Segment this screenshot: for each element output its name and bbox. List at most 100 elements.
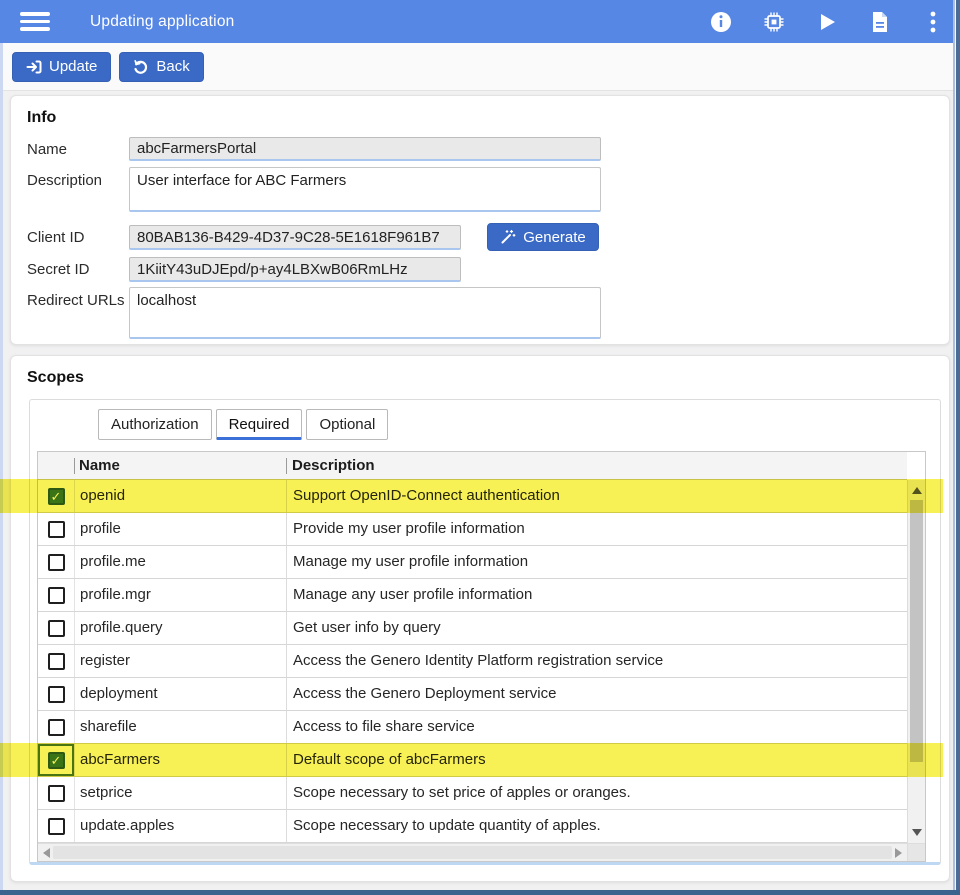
info-icon[interactable] [710, 11, 732, 33]
checkbox-cell[interactable] [38, 777, 74, 809]
scope-checkbox[interactable] [48, 818, 65, 835]
checkbox-cell[interactable] [38, 546, 74, 578]
checkbox-cell[interactable] [38, 678, 74, 710]
scopes-table: Name Description openid Support OpenID-C… [37, 451, 926, 862]
description-label: Description [27, 172, 102, 189]
magic-wand-icon [500, 229, 516, 245]
scroll-down-arrow-icon[interactable] [912, 829, 922, 836]
window-border-left [0, 43, 3, 890]
scope-name: sharefile [74, 711, 286, 743]
checkbox-cell[interactable] [38, 513, 74, 545]
table-row[interactable]: profile.mgr Manage any user profile info… [38, 579, 907, 612]
table-row[interactable]: profile Provide my user profile informat… [38, 513, 907, 546]
scope-description: Access to file share service [286, 711, 907, 743]
table-row[interactable]: profile.me Manage my user profile inform… [38, 546, 907, 579]
scope-description: Access the Genero Deployment service [286, 678, 907, 710]
scope-name: abcFarmers [74, 744, 286, 776]
tab-required[interactable]: Required [216, 409, 303, 440]
name-field[interactable]: abcFarmersPortal [129, 137, 601, 161]
scopes-panel: Scopes AuthorizationRequiredOptional Nam… [10, 355, 950, 882]
client-id-field[interactable]: 80BAB136-B429-4D37-9C28-5E1618F961B7 [129, 225, 461, 250]
page-title: Updating application [90, 13, 234, 31]
scroll-right-arrow-icon[interactable] [895, 848, 902, 858]
table-row[interactable]: profile.query Get user info by query [38, 612, 907, 645]
window-border-bottom [0, 890, 960, 895]
back-button-label: Back [156, 58, 189, 75]
scope-description: Manage any user profile information [286, 579, 907, 611]
menu-icon[interactable] [20, 12, 50, 31]
scope-checkbox[interactable] [48, 719, 65, 736]
login-arrow-icon [26, 59, 42, 75]
scope-description: Scope necessary to update quantity of ap… [286, 810, 907, 842]
scope-name: openid [74, 480, 286, 512]
scope-checkbox[interactable] [48, 554, 65, 571]
scope-description: Get user info by query [286, 612, 907, 644]
table-row[interactable]: setprice Scope necessary to set price of… [38, 777, 907, 810]
scope-description: Support OpenID-Connect authentication [286, 480, 907, 512]
play-icon[interactable] [816, 11, 838, 33]
table-row[interactable]: sharefile Access to file share service [38, 711, 907, 744]
update-button[interactable]: Update [12, 52, 111, 82]
scope-description: Default scope of abcFarmers [286, 744, 907, 776]
scope-checkbox[interactable] [48, 785, 65, 802]
tab-optional[interactable]: Optional [306, 409, 388, 440]
scope-name: update.apples [74, 810, 286, 842]
client-id-label: Client ID [27, 229, 85, 246]
scopes-tabs: AuthorizationRequiredOptional [98, 409, 392, 440]
scopes-panel-title: Scopes [27, 369, 84, 387]
name-column-header: Name [74, 452, 286, 479]
checkbox-cell[interactable] [38, 711, 74, 743]
generate-button[interactable]: Generate [487, 223, 599, 251]
table-row[interactable]: deployment Access the Genero Deployment … [38, 678, 907, 711]
app-window: Updating application [0, 0, 960, 895]
kebab-menu-icon[interactable] [922, 11, 944, 33]
document-icon[interactable] [869, 11, 891, 33]
info-panel-title: Info [27, 109, 56, 127]
checkbox-cell[interactable] [38, 612, 74, 644]
scope-name: profile [74, 513, 286, 545]
secret-id-label: Secret ID [27, 261, 90, 278]
checkbox-cell[interactable] [38, 744, 74, 776]
redirect-urls-label: Redirect URLs [27, 292, 125, 309]
scope-name: register [74, 645, 286, 677]
titlebar-actions [710, 0, 944, 43]
scope-checkbox[interactable] [48, 587, 65, 604]
table-row[interactable]: openid Support OpenID-Connect authentica… [38, 480, 907, 513]
tab-authorization[interactable]: Authorization [98, 409, 212, 440]
back-button[interactable]: Back [119, 52, 203, 82]
scope-checkbox[interactable] [48, 686, 65, 703]
vertical-scrollbar[interactable] [907, 480, 925, 843]
scroll-left-arrow-icon[interactable] [43, 848, 50, 858]
info-panel: Info Name abcFarmersPortal Description U… [10, 95, 950, 345]
scroll-up-arrow-icon[interactable] [912, 487, 922, 494]
checkbox-cell[interactable] [38, 645, 74, 677]
checkbox-cell[interactable] [38, 810, 74, 842]
scope-description: Provide my user profile information [286, 513, 907, 545]
redirect-urls-field[interactable]: localhost [129, 287, 601, 339]
table-body: openid Support OpenID-Connect authentica… [38, 480, 907, 843]
horizontal-scrollbar-thumb[interactable] [53, 846, 892, 859]
vertical-scrollbar-thumb[interactable] [910, 500, 923, 762]
description-column-header: Description [286, 452, 907, 479]
table-row[interactable]: update.apples Scope necessary to update … [38, 810, 907, 843]
checkbox-cell[interactable] [38, 579, 74, 611]
scope-description: Scope necessary to set price of apples o… [286, 777, 907, 809]
secret-id-field[interactable]: 1KiitY43uDJEpd/p+ay4LBXwB06RmLHz [129, 257, 461, 282]
table-row[interactable]: register Access the Genero Identity Plat… [38, 645, 907, 678]
scope-name: deployment [74, 678, 286, 710]
horizontal-scrollbar[interactable] [38, 843, 907, 861]
undo-icon [133, 59, 149, 75]
checkbox-cell[interactable] [38, 480, 74, 512]
scope-name: profile.mgr [74, 579, 286, 611]
action-toolbar: Update Back [0, 43, 960, 91]
table-row[interactable]: abcFarmers Default scope of abcFarmers [38, 744, 907, 777]
description-field[interactable]: User interface for ABC Farmers [129, 167, 601, 212]
scope-checkbox[interactable] [48, 620, 65, 637]
scope-checkbox[interactable] [48, 752, 65, 769]
scope-checkbox[interactable] [48, 488, 65, 505]
scope-checkbox[interactable] [48, 521, 65, 538]
chip-icon[interactable] [763, 11, 785, 33]
scope-checkbox[interactable] [48, 653, 65, 670]
generate-button-label: Generate [523, 229, 586, 246]
titlebar: Updating application [0, 0, 960, 43]
